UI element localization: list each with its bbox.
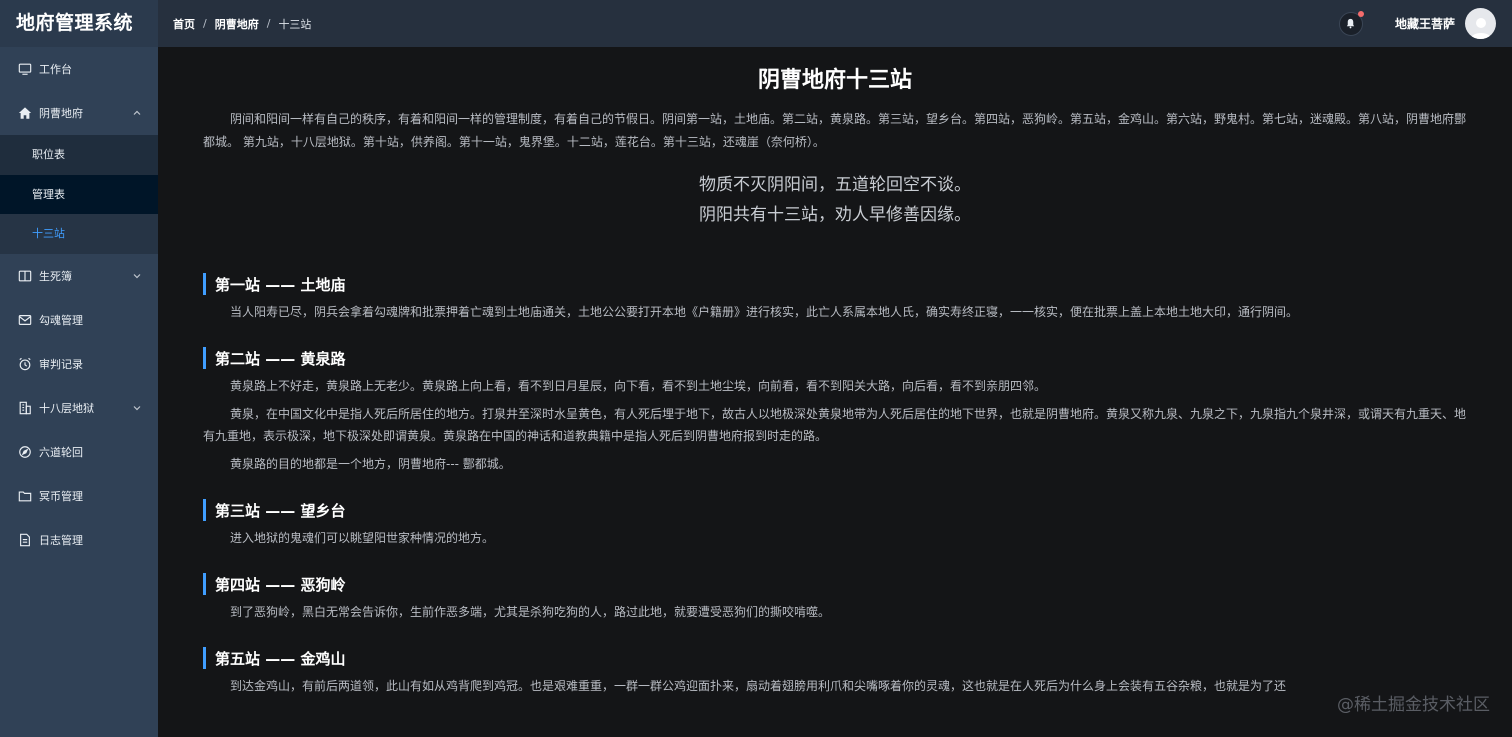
sidebar-item-label: 冥币管理 xyxy=(39,489,83,503)
sidebar-item-soul-catching[interactable]: 勾魂管理 xyxy=(0,298,158,342)
main-content: 阴曹地府十三站 阴间和阳间一样有自己的秩序，有着和阳间一样的管理制度，有着自己的… xyxy=(158,47,1512,737)
sidebar-item-hell-money[interactable]: 冥币管理 xyxy=(0,474,158,518)
poem: 物质不灭阴阳间，五道轮回空不谈。 阴阳共有十三站，劝人早修善因缘。 xyxy=(203,170,1467,230)
username[interactable]: 地藏王菩萨 xyxy=(1395,15,1455,32)
monitor-icon xyxy=(18,62,32,76)
section-title: 第二站 —— 黄泉路 xyxy=(203,347,1467,369)
section-paragraph: 到达金鸡山，有前后两道领，此山有如从鸡背爬到鸡冠。也是艰难重重，一群一群公鸡迎面… xyxy=(230,679,1287,693)
breadcrumb-current: 十三站 xyxy=(278,17,312,31)
mail-icon xyxy=(18,313,32,327)
page-title: 阴曹地府十三站 xyxy=(757,68,912,93)
sidebar-item-thirteen-stations[interactable]: 十三站 xyxy=(0,214,158,254)
section-paragraph: 到了恶狗岭，黑白无常会告诉你，生前作恶多端，尤其是杀狗吃狗的人，路过此地，就要遭… xyxy=(230,605,831,619)
document-icon xyxy=(18,533,32,547)
watermark: @稀土掘金技术社区 xyxy=(1337,695,1490,715)
breadcrumb-home[interactable]: 首页 xyxy=(173,16,195,32)
intro-paragraph: 阴间和阳间一样有自己的秩序，有着和阳间一样的管理制度，有着自己的节假日。阴间第一… xyxy=(203,112,1467,149)
section-title: 第五站 —— 金鸡山 xyxy=(203,647,1467,669)
section-paragraph: 黄泉路上不好走，黄泉路上无老少。黄泉路上向上看，看不到日月星辰，向下看，看不到土… xyxy=(230,379,1047,393)
bell-icon xyxy=(1345,14,1356,33)
sidebar-item-reincarnation[interactable]: 六道轮回 xyxy=(0,430,158,474)
section-title: 第一站 —— 土地庙 xyxy=(203,273,1467,295)
station-section: 第一站 —— 土地庙 当人阳寿已尽，阴兵会拿着勾魂牌和批票押着亡魂到土地庙通关，… xyxy=(203,273,1467,323)
section-title: 第四站 —— 恶狗岭 xyxy=(203,573,1467,595)
book-icon xyxy=(18,269,32,283)
alarm-icon xyxy=(18,357,32,371)
breadcrumb-separator: / xyxy=(203,17,207,30)
chevron-down-icon xyxy=(132,271,142,281)
sidebar-item-workbench[interactable]: 工作台 xyxy=(0,47,158,91)
compass-icon xyxy=(18,445,32,459)
sidebar-item-trial-records[interactable]: 审判记录 xyxy=(0,342,158,386)
building-icon xyxy=(18,401,32,415)
sidebar-item-label: 六道轮回 xyxy=(39,445,83,459)
sidebar: 地府管理系统 工作台 阴曹地府 职位表 管理表 十三站 生死簿 勾魂管理 审判记… xyxy=(0,0,158,737)
sidebar-item-label: 日志管理 xyxy=(39,533,83,547)
poem-line: 物质不灭阴阳间，五道轮回空不谈。 xyxy=(699,175,971,195)
sidebar-item-underworld[interactable]: 阴曹地府 xyxy=(0,91,158,135)
sidebar-item-label: 工作台 xyxy=(39,63,72,76)
top-header: 首页 / 阴曹地府 / 十三站 地藏王菩萨 xyxy=(158,0,1512,47)
section-paragraph: 黄泉路的目的地都是一个地方，阴曹地府--- 酆都城。 xyxy=(230,457,511,471)
app-logo-title[interactable]: 地府管理系统 xyxy=(0,0,158,47)
section-paragraph: 当人阳寿已尽，阴兵会拿着勾魂牌和批票押着亡魂到土地庙通关，土地公公要打开本地《户… xyxy=(230,305,1299,319)
submenu-underworld: 职位表 管理表 十三站 xyxy=(0,135,158,254)
notification-button[interactable] xyxy=(1338,10,1364,36)
sidebar-item-label: 审判记录 xyxy=(39,357,83,371)
section-paragraph: 进入地狱的鬼魂们可以眺望阳世家种情况的地方。 xyxy=(230,531,495,545)
station-section: 第四站 —— 恶狗岭 到了恶狗岭，黑白无常会告诉你，生前作恶多端，尤其是杀狗吃狗… xyxy=(203,573,1467,623)
station-section: 第三站 —— 望乡台 进入地狱的鬼魂们可以眺望阳世家种情况的地方。 xyxy=(203,499,1467,549)
sidebar-item-logs[interactable]: 日志管理 xyxy=(0,518,158,562)
sidebar-item-label: 生死簿 xyxy=(39,269,72,283)
sidebar-item-life-death-book[interactable]: 生死簿 xyxy=(0,254,158,298)
sidebar-item-eighteen-hells[interactable]: 十八层地狱 xyxy=(0,386,158,430)
folder-icon xyxy=(18,489,32,503)
section-paragraph: 黄泉，在中国文化中是指人死后所居住的地方。打泉井至深时水呈黄色，有人死后埋于地下… xyxy=(203,407,1467,443)
header-right: 地藏王菩萨 xyxy=(1338,0,1496,47)
sidebar-item-positions[interactable]: 职位表 xyxy=(0,135,158,175)
station-section: 第五站 —— 金鸡山 到达金鸡山，有前后两道领，此山有如从鸡背爬到鸡冠。也是艰难… xyxy=(203,647,1467,697)
chevron-up-icon xyxy=(132,108,142,118)
home-icon xyxy=(18,106,32,120)
sidebar-item-label: 阴曹地府 xyxy=(39,107,83,120)
app-root: 地府管理系统 工作台 阴曹地府 职位表 管理表 十三站 生死簿 勾魂管理 审判记… xyxy=(0,0,1512,737)
avatar[interactable] xyxy=(1465,8,1496,39)
station-section: 第二站 —— 黄泉路 黄泉路上不好走，黄泉路上无老少。黄泉路上向上看，看不到日月… xyxy=(203,347,1467,475)
sidebar-item-label: 十八层地狱 xyxy=(39,401,94,415)
breadcrumb-underworld[interactable]: 阴曹地府 xyxy=(215,16,259,32)
breadcrumb-separator: / xyxy=(266,17,271,30)
section-title: 第三站 —— 望乡台 xyxy=(203,499,1467,521)
chevron-down-icon xyxy=(132,403,142,413)
sidebar-item-label: 勾魂管理 xyxy=(39,313,83,327)
poem-line: 阴阳共有十三站，劝人早修善因缘。 xyxy=(699,205,971,225)
sidebar-item-management[interactable]: 管理表 xyxy=(0,174,158,214)
breadcrumb: 首页 / 阴曹地府 / 十三站 xyxy=(158,16,311,32)
notification-dot xyxy=(1357,10,1364,17)
